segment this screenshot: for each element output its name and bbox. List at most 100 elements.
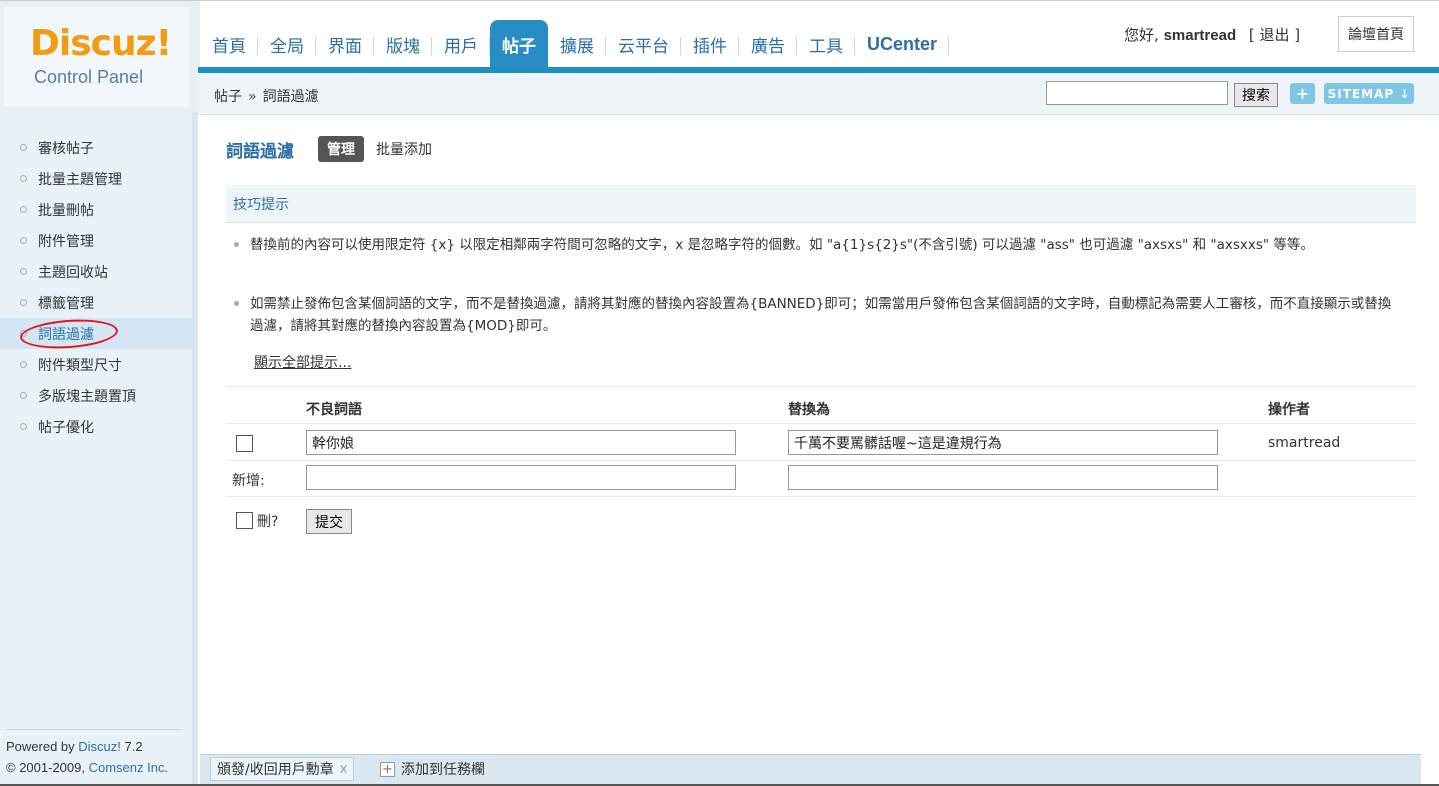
new-replacement-input[interactable] xyxy=(788,465,1218,490)
add-to-taskbar-label: 添加到任務欄 xyxy=(401,762,485,778)
version: 7.2 xyxy=(120,739,143,754)
nav-global[interactable]: 全局 xyxy=(258,20,316,68)
logo-brand: Discuz! xyxy=(30,23,172,64)
tip-item: 替換前的內容可以使用限定符 {x} 以限定相鄰兩字符間可忽略的文字，x 是忽略字… xyxy=(234,234,1404,256)
add-shortcut-button[interactable]: + xyxy=(1290,83,1315,104)
search-button[interactable]: 搜索 xyxy=(1234,83,1278,107)
nav-extend[interactable]: 擴展 xyxy=(548,20,606,68)
delete-all-checkbox[interactable] xyxy=(236,512,253,529)
company-link[interactable]: Comsenz Inc. xyxy=(89,760,168,775)
search-input[interactable] xyxy=(1046,81,1228,105)
nav-home[interactable]: 首頁 xyxy=(200,20,258,68)
nav-forums[interactable]: 版塊 xyxy=(374,20,432,68)
sidebar-item-multi-forum-sticky[interactable]: 多版塊主題置頂 xyxy=(0,380,192,411)
copyright: © 2001-2009, xyxy=(6,760,89,775)
sidebar-item-tags[interactable]: 標籤管理 xyxy=(0,287,192,318)
nav-posts[interactable]: 帖子 xyxy=(490,20,548,68)
column-header-replace: 替換為 xyxy=(788,402,830,418)
powered-prefix: Powered by xyxy=(6,739,79,754)
copyright-line: © 2001-2009, Comsenz Inc. xyxy=(6,757,182,778)
sidebar-item-batch-threads[interactable]: 批量主題管理 xyxy=(0,163,192,194)
tip-item: 如需禁止發佈包含某個詞語的文字，而不是替換過濾，請將其對應的替換內容設置為{BA… xyxy=(234,293,1404,337)
row-checkbox[interactable] xyxy=(236,435,253,452)
new-word-row: 新增: xyxy=(226,461,1416,497)
logout-link[interactable]: [ 退出 ] xyxy=(1249,26,1300,44)
bullet-icon xyxy=(20,144,27,151)
nav-cloud[interactable]: 云平台 xyxy=(606,20,681,68)
submit-row: 刪? 提交 xyxy=(226,497,1416,537)
column-header-bad-word: 不良詞語 xyxy=(306,402,362,418)
sidebar-item-label: 附件管理 xyxy=(38,233,94,250)
add-to-taskbar-button[interactable]: + 添加到任務欄 xyxy=(380,759,485,779)
sidebar-item-moderate-posts[interactable]: 審核帖子 xyxy=(0,132,192,163)
breadcrumb-section[interactable]: 帖子 xyxy=(214,89,242,105)
top-border xyxy=(0,0,1439,1)
new-bad-word-input[interactable] xyxy=(306,465,736,490)
powered-by: Powered by Discuz! 7.2 © 2001-2009, Coms… xyxy=(6,729,182,778)
sidebar-item-attachments[interactable]: 附件管理 xyxy=(0,225,192,256)
sidebar-item-label: 標籤管理 xyxy=(38,295,94,312)
bullet-icon xyxy=(20,361,27,368)
logo[interactable]: Discuz! Control Panel xyxy=(0,1,200,112)
red-annotation-circle xyxy=(19,316,119,352)
nav-users[interactable]: 用戶 xyxy=(432,20,490,68)
sidebar-item-attachment-types[interactable]: 附件類型尺寸 xyxy=(0,349,192,380)
nav-interface[interactable]: 界面 xyxy=(316,20,374,68)
sidebar-item-word-filter[interactable]: 詞語過濾 xyxy=(0,316,192,352)
bullet-icon xyxy=(20,299,27,306)
bullet-icon xyxy=(20,392,27,399)
sidebar-item-label: 附件類型尺寸 xyxy=(38,357,122,374)
tips-header: 技巧提示 xyxy=(226,185,1416,223)
sidebar-item-label: 批量刪帖 xyxy=(38,202,94,219)
sidebar-item-label: 主題回收站 xyxy=(38,264,108,281)
sidebar-item-recycle-bin[interactable]: 主題回收站 xyxy=(0,256,192,287)
sidebar-item-label: 帖子優化 xyxy=(38,419,94,436)
user-info: 您好, smartread [ 退出 ] xyxy=(1124,24,1300,45)
show-all-tips-link[interactable]: 顯示全部提示... xyxy=(254,352,351,372)
bullet-icon xyxy=(20,268,27,275)
divider xyxy=(6,729,182,730)
plus-icon: + xyxy=(380,761,395,777)
title-row: 詞語過濾 管理 批量添加 xyxy=(226,136,432,162)
breadcrumb-bar: 帖子 » 詞語過濾 搜索 + SITEMAP ↓ xyxy=(198,73,1439,115)
submit-button[interactable]: 提交 xyxy=(306,509,352,534)
username: smartread xyxy=(1163,27,1237,44)
nav-ucenter[interactable]: UCenter xyxy=(855,20,950,68)
tab-batch-add[interactable]: 批量添加 xyxy=(376,139,432,159)
nav-ads[interactable]: 廣告 xyxy=(739,20,797,68)
nav-plugins[interactable]: 插件 xyxy=(681,20,739,68)
sidebar: 審核帖子 批量主題管理 批量刪帖 附件管理 主題回收站 標籤管理 詞語過濾 附件… xyxy=(0,112,198,786)
close-icon[interactable]: x xyxy=(340,762,348,777)
task-tab-label: 頒發/收回用戶勳章 xyxy=(217,762,334,778)
replacement-input[interactable]: 千萬不要罵髒話喔~這是違規行為 xyxy=(788,430,1218,455)
top-nav: 首頁 全局 界面 版塊 用戶 帖子 擴展 云平台 插件 廣告 工具 UCente… xyxy=(200,20,950,68)
bad-word-input[interactable]: 幹你娘 xyxy=(306,430,736,455)
breadcrumb-page: 詞語過濾 xyxy=(262,89,319,105)
sidebar-item-batch-delete[interactable]: 批量刪帖 xyxy=(0,194,192,225)
product-link[interactable]: Discuz! xyxy=(78,739,121,754)
table-header-row: 不良詞語 替換為 操作者 xyxy=(226,386,1416,424)
column-header-operator: 操作者 xyxy=(1268,402,1310,418)
new-label: 新增: xyxy=(232,473,265,489)
sidebar-item-post-optimize[interactable]: 帖子優化 xyxy=(0,411,192,442)
bullet-icon xyxy=(20,423,27,430)
sitemap-button[interactable]: SITEMAP ↓ xyxy=(1324,83,1414,104)
tab-manage[interactable]: 管理 xyxy=(318,136,364,162)
breadcrumb: 帖子 » 詞語過濾 xyxy=(214,86,319,106)
bullet-icon xyxy=(20,175,27,182)
word-filter-table: 不良詞語 替換為 操作者 幹你娘 千萬不要罵髒話喔~這是違規行為 smartre… xyxy=(226,386,1416,537)
logo-subtitle: Control Panel xyxy=(34,67,144,87)
sidebar-item-label: 審核帖子 xyxy=(38,140,94,157)
sidebar-menu: 審核帖子 批量主題管理 批量刪帖 附件管理 主題回收站 標籤管理 詞語過濾 附件… xyxy=(0,132,192,442)
page-title: 詞語過濾 xyxy=(226,141,294,162)
breadcrumb-separator: » xyxy=(248,89,257,105)
main-content: 詞語過濾 管理 批量添加 技巧提示 替換前的內容可以使用限定符 {x} 以限定相… xyxy=(204,116,1439,756)
table-row: 幹你娘 千萬不要罵髒話喔~這是違規行為 smartread xyxy=(226,424,1416,461)
sidebar-item-label: 多版塊主題置頂 xyxy=(38,388,136,405)
greeting: 您好, xyxy=(1124,26,1159,44)
taskbar: 頒發/收回用戶勳章 x + 添加到任務欄 xyxy=(200,754,1421,786)
task-tab[interactable]: 頒發/收回用戶勳章 x xyxy=(210,757,355,781)
delete-label: 刪? xyxy=(257,514,279,530)
forum-home-button[interactable]: 論壇首頁 xyxy=(1338,16,1414,52)
nav-tools[interactable]: 工具 xyxy=(797,20,855,68)
